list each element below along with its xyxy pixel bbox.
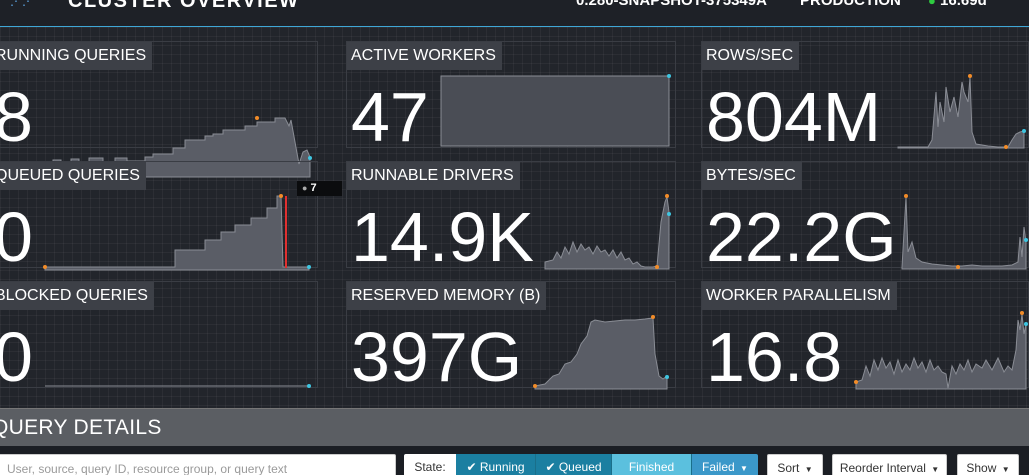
version-text: 0.280-SNAPSHOT-375349A [576,0,767,9]
panel-label: ACTIVE WORKERS [347,42,502,70]
panel-label: QUEUED QUERIES [0,162,146,190]
panel-running-queries: RUNNING QUERIES 8 [0,41,318,178]
query-details-header: QUERY DETAILS [0,408,1029,446]
queued-queries-sparkline [43,194,311,271]
show-label: Show [966,461,997,475]
panel-runnable-drivers: RUNNABLE DRIVERS 14.9K [346,161,676,274]
panel-value: 0 [0,198,33,276]
chevron-down-icon: ▼ [1001,465,1010,474]
panel-label: BLOCKED QUERIES [0,282,154,310]
panel-value: 47 [351,78,429,156]
panel-queued-queries: QUEUED QUERIES 0 [0,161,318,274]
panel-label: RUNNABLE DRIVERS [347,162,520,190]
sort-label: Sort [777,461,800,475]
filter-failed-label: Failed [702,460,735,474]
query-search-input[interactable] [0,454,396,475]
panel-label: BYTES/SEC [702,162,802,190]
uptime-text: 16.69d [940,0,987,9]
query-controls: State: ✔ Running ✔ Queued Finished Faile… [0,446,1029,475]
query-details-title: QUERY DETAILS [0,416,162,439]
page-title: CLUSTER OVERVIEW [68,0,300,12]
logo-icon: ⋰⋰ [10,0,34,8]
runnable-drivers-sparkline [544,194,671,270]
panel-value: 0 [0,318,33,396]
panel-reserved-memory: RESERVED MEMORY (B) 397G [346,281,676,394]
filter-finished-button[interactable]: Finished [612,454,692,475]
active-workers-sparkline [440,74,671,147]
panel-label: ROWS/SEC [702,42,800,70]
tooltip-value: 7 [310,182,317,194]
filter-queued-button[interactable]: ✔ Queued [536,454,612,475]
panel-active-workers: ACTIVE WORKERS 47 [346,41,676,154]
panel-blocked-queries: BLOCKED QUERIES 0 [0,281,318,394]
chevron-down-icon: ▼ [740,464,748,473]
panel-label: RESERVED MEMORY (B) [347,282,547,310]
panel-value: 397G [351,318,523,396]
panel-worker-parallelism: WORKER PARALLELISM 16.8 [701,281,1029,394]
chart-tooltip: ● 7 [297,181,342,196]
panel-value: 14.9K [351,198,534,276]
panel-value: 8 [0,78,33,156]
sort-dropdown[interactable]: Sort ▼ [767,454,823,475]
reserved-memory-sparkline [533,315,669,390]
reorder-interval-dropdown[interactable]: Reorder Interval ▼ [832,454,947,475]
tooltip-dot-icon: ● [302,183,308,193]
show-dropdown[interactable]: Show ▼ [957,454,1019,475]
top-bar: ⋰⋰ CLUSTER OVERVIEW 0.280-SNAPSHOT-37534… [0,0,1029,27]
rows-sec-sparkline [897,74,1026,149]
panel-value: 804M [706,78,882,156]
worker-parallelism-sparkline [854,311,1028,390]
filter-failed-dropdown[interactable]: Failed ▼ [692,454,758,475]
environment-text: PRODUCTION [800,0,901,9]
panel-label: WORKER PARALLELISM [702,282,897,310]
chevron-down-icon: ▼ [931,465,940,474]
filter-running-button[interactable]: ✔ Running [456,454,536,475]
status-dot-icon: ● [928,0,936,8]
panel-rows-sec: ROWS/SEC 804M [701,41,1029,154]
panel-label: RUNNING QUERIES [0,42,153,70]
blocked-queries-sparkline [45,384,311,388]
uptime: ● 16.69d [928,0,987,9]
state-label: State: [404,454,456,475]
chevron-down-icon: ▼ [804,465,813,474]
panel-value: 22.2G [706,198,897,276]
reorder-label: Reorder Interval [839,461,926,475]
panel-value: 16.8 [706,318,843,396]
bytes-sec-sparkline [901,194,1028,270]
panel-bytes-sec: BYTES/SEC 22.2G [701,161,1029,274]
